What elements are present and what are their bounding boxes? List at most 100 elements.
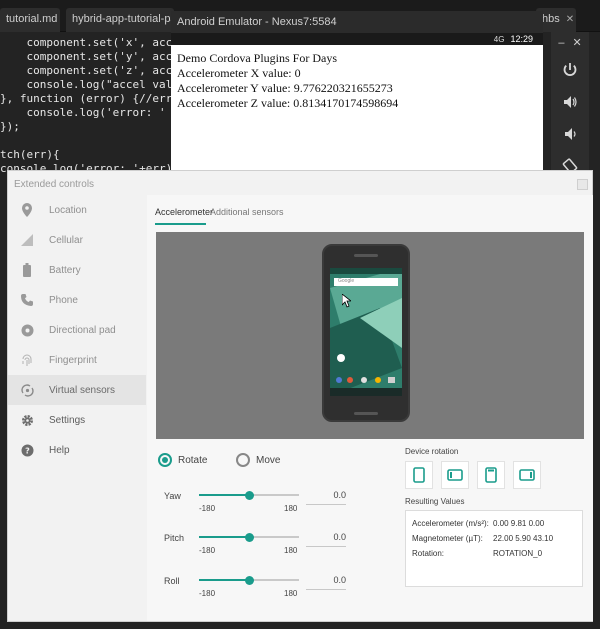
- tab-accelerometer[interactable]: Accelerometer: [155, 207, 213, 217]
- nav-item-label: Location: [49, 204, 87, 216]
- mouse-cursor-icon: [342, 294, 351, 308]
- nav-item-label: Settings: [49, 414, 86, 426]
- help-icon: ?: [20, 443, 34, 457]
- rotate-portrait-button[interactable]: [405, 461, 433, 489]
- reverse-portrait-icon: [485, 467, 497, 483]
- slider-thumb[interactable]: [245, 491, 254, 500]
- nav-item-settings[interactable]: Settings: [8, 405, 146, 435]
- yaw-slider-row: Yaw -180 180 0.0: [156, 489, 396, 531]
- result-row-magnetometer: Magnetometer (µT): 22.00 5.90 43.10: [412, 534, 553, 543]
- result-name: Rotation:: [412, 549, 445, 558]
- slider-thumb[interactable]: [245, 533, 254, 542]
- device-3d-viewport[interactable]: Google: [156, 232, 584, 439]
- pitch-slider-row: Pitch -180 180 0.0: [156, 531, 396, 573]
- radio-indicator: [236, 453, 250, 467]
- slider-label: Pitch: [164, 533, 185, 543]
- resulting-values-box: Accelerometer (m/s²): 0.00 9.81 0.00 Magn…: [405, 510, 583, 587]
- reverse-landscape-icon: [519, 469, 535, 481]
- emulator-window: Android Emulator - Nexus7:5584 4G 12:29 D…: [171, 11, 543, 171]
- rotate-radio[interactable]: Rotate: [158, 453, 207, 467]
- slider-max: 180: [284, 589, 298, 598]
- nav-item-battery[interactable]: Battery: [8, 255, 146, 285]
- roll-slider[interactable]: [199, 576, 299, 585]
- wallpaper: [330, 268, 402, 396]
- close-button[interactable]: [577, 179, 588, 190]
- slider-label: Roll: [164, 576, 180, 586]
- power-button[interactable]: [551, 54, 589, 86]
- portrait-icon: [413, 467, 425, 483]
- editor-tab-label: hbs: [542, 13, 560, 25]
- nav-item-virtual-sensors[interactable]: Virtual sensors: [8, 375, 146, 405]
- toolbar-window-controls: – ✕: [551, 32, 589, 54]
- nav-item-label: Virtual sensors: [49, 384, 115, 396]
- nav-item-label: Cellular: [49, 234, 83, 246]
- extended-nav: Location Cellular Battery Phone Directio…: [8, 195, 146, 621]
- yaw-slider[interactable]: [199, 491, 299, 500]
- tab-underline: [155, 223, 206, 225]
- editor-tab-label: tutorial.md: [6, 13, 58, 25]
- move-radio[interactable]: Move: [236, 453, 280, 467]
- radio-label: Rotate: [178, 454, 208, 466]
- rotate-reverse-landscape-button[interactable]: [513, 461, 541, 489]
- nav-item-label: Directional pad: [49, 324, 116, 336]
- editor-tab[interactable]: tutorial.md✕: [0, 8, 60, 32]
- editor-tab[interactable]: hybrid-app-tutorial-part2.r: [66, 8, 174, 32]
- result-name: Magnetometer (µT):: [412, 534, 483, 543]
- dpad-icon: [20, 323, 34, 337]
- minimize-button[interactable]: –: [558, 37, 564, 49]
- device-model[interactable]: Google: [322, 244, 410, 422]
- accel-x-line: Accelerometer X value: 0: [177, 66, 301, 80]
- signal-icon: 4G: [493, 35, 505, 44]
- rotate-reverse-portrait-button[interactable]: [477, 461, 505, 489]
- roll-value-input[interactable]: 0.0: [306, 574, 346, 590]
- extended-controls-window: Extended controls Location Cellular Batt…: [7, 170, 593, 622]
- pitch-value-input[interactable]: 0.0: [306, 531, 346, 547]
- accel-z-line: Accelerometer Z value: 0.813417017459869…: [177, 96, 399, 110]
- emulator-title: Android Emulator - Nexus7:5584: [171, 11, 543, 33]
- sensor-tabs: Accelerometer Additional sensors: [147, 195, 593, 227]
- virtual-sensors-panel: Accelerometer Additional sensors Google …: [147, 195, 593, 621]
- volume-up-button[interactable]: [551, 86, 589, 118]
- mode-selector: Rotate Move: [156, 453, 386, 473]
- landscape-icon: [447, 469, 463, 481]
- slider-label: Yaw: [164, 491, 181, 501]
- nav-item-cellular[interactable]: Cellular: [8, 225, 146, 255]
- tab-additional-sensors[interactable]: Additional sensors: [210, 207, 284, 217]
- nav-item-phone[interactable]: Phone: [8, 285, 146, 315]
- rotate-landscape-button[interactable]: [441, 461, 469, 489]
- volume-down-button[interactable]: [551, 118, 589, 150]
- result-name: Accelerometer (m/s²):: [412, 519, 489, 528]
- radio-label: Move: [256, 454, 281, 466]
- result-value: 22.00 5.90 43.10: [493, 534, 554, 543]
- slider-min: -180: [199, 504, 216, 513]
- close-button[interactable]: ✕: [572, 37, 581, 49]
- nav-item-label: Fingerprint: [49, 354, 97, 366]
- nav-item-label: Help: [49, 444, 70, 456]
- nav-item-label: Battery: [49, 264, 81, 276]
- app-content: Demo Cordova Plugins For Days Accelerome…: [171, 45, 543, 111]
- status-bar: 4G 12:29: [171, 33, 543, 45]
- nav-item-directional-pad[interactable]: Directional pad: [8, 315, 146, 345]
- slider-fill: [199, 579, 249, 581]
- yaw-value-input[interactable]: 0.0: [306, 489, 346, 505]
- volume-up-icon: [564, 96, 577, 108]
- nav-item-label: Phone: [49, 294, 78, 306]
- speaker-bottom: [354, 412, 378, 415]
- speaker-top: [354, 254, 378, 257]
- slider-min: -180: [199, 546, 216, 555]
- nav-item-fingerprint[interactable]: Fingerprint: [8, 345, 146, 375]
- close-icon[interactable]: ✕: [566, 14, 574, 25]
- location-pin-icon: [20, 203, 34, 217]
- resulting-values-label: Resulting Values: [405, 497, 465, 506]
- status-time: 12:29: [510, 34, 533, 44]
- nav-item-help[interactable]: ? Help: [8, 435, 146, 465]
- slider-fill: [199, 494, 249, 496]
- nav-item-location[interactable]: Location: [8, 195, 146, 225]
- device-rotation-label: Device rotation: [405, 447, 459, 456]
- code-line: tch(err){: [0, 148, 60, 161]
- slider-thumb[interactable]: [245, 576, 254, 585]
- pitch-slider[interactable]: [199, 533, 299, 542]
- virtual-sensors-icon: [20, 383, 34, 397]
- editor-tab-label: hybrid-app-tutorial-part2.r: [72, 13, 174, 25]
- device-screen: Google: [330, 268, 402, 396]
